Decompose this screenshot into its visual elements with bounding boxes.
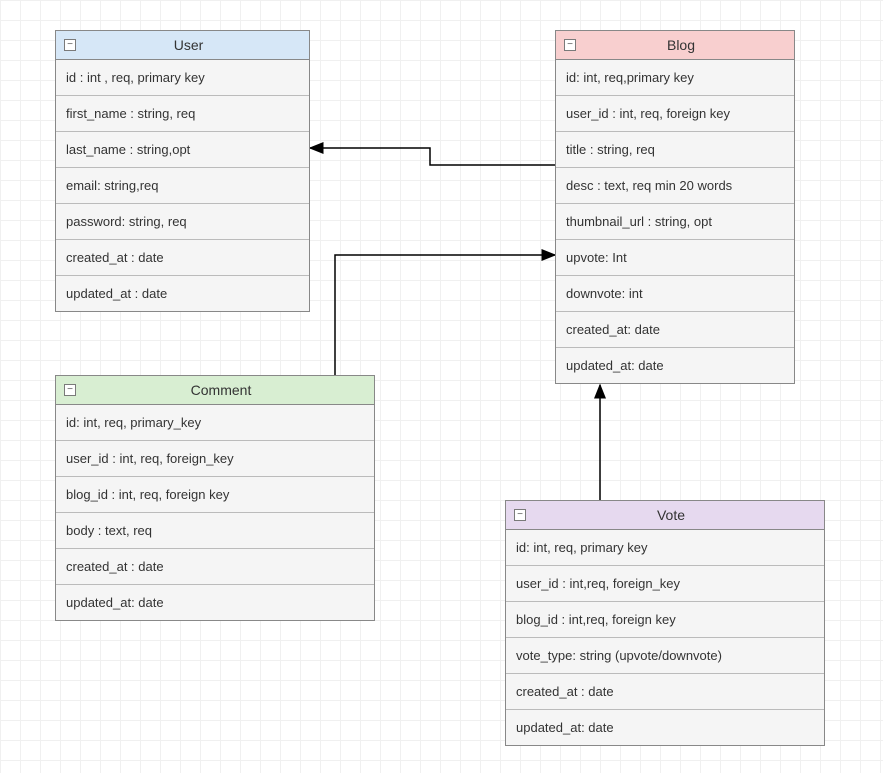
collapse-icon[interactable]: − [564,39,576,51]
collapse-icon[interactable]: − [514,509,526,521]
entity-comment-field: user_id : int, req, foreign_key [56,441,374,477]
entity-blog-title: Blog [576,37,786,53]
entity-comment[interactable]: − Comment id: int, req, primary_key user… [55,375,375,621]
entity-vote-field: created_at : date [506,674,824,710]
entity-comment-field: created_at : date [56,549,374,585]
entity-vote-header[interactable]: − Vote [506,501,824,530]
entity-vote-field: updated_at: date [506,710,824,745]
entity-blog-field: title : string, req [556,132,794,168]
entity-blog-field: upvote: Int [556,240,794,276]
entity-comment-field: id: int, req, primary_key [56,405,374,441]
entity-user-title: User [76,37,301,53]
entity-user-field: password: string, req [56,204,309,240]
entity-blog-field: id: int, req,primary key [556,60,794,96]
entity-blog[interactable]: − Blog id: int, req,primary key user_id … [555,30,795,384]
entity-vote-field: vote_type: string (upvote/downvote) [506,638,824,674]
entity-vote-field: id: int, req, primary key [506,530,824,566]
entity-blog-field: created_at: date [556,312,794,348]
entity-user-field: last_name : string,opt [56,132,309,168]
entity-blog-field: downvote: int [556,276,794,312]
entity-user-field: id : int , req, primary key [56,60,309,96]
collapse-icon[interactable]: − [64,39,76,51]
entity-user-field: first_name : string, req [56,96,309,132]
entity-vote-title: Vote [526,507,816,523]
entity-comment-header[interactable]: − Comment [56,376,374,405]
entity-user-header[interactable]: − User [56,31,309,60]
entity-comment-field: updated_at: date [56,585,374,620]
collapse-icon[interactable]: − [64,384,76,396]
entity-user-field: created_at : date [56,240,309,276]
entity-comment-field: body : text, req [56,513,374,549]
entity-comment-title: Comment [76,382,366,398]
entity-blog-field: thumbnail_url : string, opt [556,204,794,240]
diagram-canvas: − User id : int , req, primary key first… [0,0,883,773]
entity-blog-field: user_id : int, req, foreign key [556,96,794,132]
entity-vote-field: user_id : int,req, foreign_key [506,566,824,602]
entity-vote[interactable]: − Vote id: int, req, primary key user_id… [505,500,825,746]
entity-user-field: email: string,req [56,168,309,204]
entity-blog-field: desc : text, req min 20 words [556,168,794,204]
entity-vote-field: blog_id : int,req, foreign key [506,602,824,638]
entity-blog-field: updated_at: date [556,348,794,383]
entity-comment-field: blog_id : int, req, foreign key [56,477,374,513]
entity-blog-header[interactable]: − Blog [556,31,794,60]
entity-user-field: updated_at : date [56,276,309,311]
entity-user[interactable]: − User id : int , req, primary key first… [55,30,310,312]
